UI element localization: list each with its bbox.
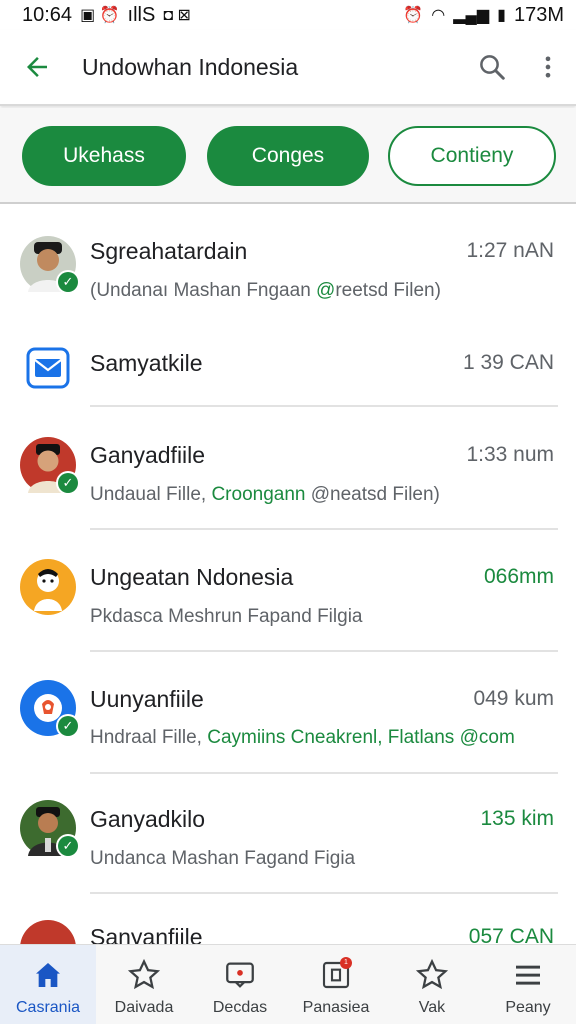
conversation-preview: Undaual Fille, Croongann @neatsd Filen) (90, 484, 440, 505)
battery-icon: ▮ (497, 7, 506, 24)
nav-label: Panasiea (302, 999, 370, 1016)
star-icon (415, 958, 449, 990)
conversation-name: Ganyadkilo (90, 806, 206, 832)
bottom-navigation: Casrania Daivada Decdas 1 Panasiea Vak P… (0, 944, 576, 1024)
conversation-time: 1:27 nAN (466, 239, 554, 262)
verified-icon: ✓ (56, 834, 80, 858)
clock: 10:64 (22, 3, 73, 26)
nav-item-peany[interactable]: Peany (480, 945, 576, 1024)
list-item[interactable]: Ungeatan Ndonesia 066mm Pkdasca Meshrun … (0, 530, 576, 652)
search-icon (480, 55, 505, 80)
avatar (20, 559, 76, 615)
nav-item-casrania[interactable]: Casrania (0, 945, 96, 1024)
conversation-name: Samyatkile (90, 350, 203, 376)
chip-contieny[interactable]: Contieny (388, 126, 556, 186)
divider (90, 892, 558, 894)
nav-item-panasiea[interactable]: 1 Panasiea (288, 945, 384, 1024)
signal-icon: ▂▄▆ (453, 7, 490, 24)
divider (90, 405, 558, 407)
back-button[interactable] (0, 29, 74, 105)
wifi-icon: ◠ (431, 7, 446, 24)
home-icon (36, 963, 60, 987)
verified-icon: ✓ (56, 270, 80, 294)
list-item[interactable]: Sanyanfiile 057 CAN (0, 896, 576, 944)
list-item[interactable]: ✓ Uunyanfiile 049 kum Hndraal Fille, Cay… (0, 652, 576, 774)
status-bar: 10:64 ▣ ⏰ ıllS ◘ ⊠ ⏰ ◠ ▂▄▆ ▮ 173M (0, 0, 576, 30)
conversation-time: 057 CAN (468, 925, 554, 944)
more-options-button[interactable] (520, 29, 576, 105)
conversation-name: Ungeatan Ndonesia (90, 564, 294, 590)
conversation-name: Ganyadfiile (90, 442, 206, 468)
conversation-preview: Undanca Mashan Fagand Figia (90, 848, 356, 869)
conversation-name: Sanyanfiile (90, 924, 203, 944)
mail-avatar (20, 340, 76, 396)
alarm-icon: ⏰ (403, 7, 424, 24)
conversation-preview: Pkdasca Meshrun Fapand Filgia (90, 606, 363, 627)
avatar: ✓ (20, 800, 80, 858)
status-text: ıllS (127, 3, 156, 26)
nav-label: Casrania (15, 999, 81, 1016)
battery-text: 173M (513, 3, 564, 26)
menu-icon (516, 965, 540, 985)
page-title: Undowhan Indonesia (82, 53, 299, 80)
conversation-name: Sgreahatardain (90, 238, 248, 264)
list-item[interactable]: ✓ Ganyadkilo 135 kim Undanca Mashan Faga… (0, 774, 576, 896)
avatar: ✓ (20, 437, 80, 495)
chat-icon (226, 962, 254, 988)
more-vert-icon (545, 56, 551, 78)
nav-label: Peany (505, 999, 551, 1016)
nav-label: Daivada (114, 999, 174, 1016)
search-button[interactable] (464, 29, 520, 105)
app-bar: Undowhan Indonesia (0, 30, 576, 106)
notification-icon: ▣ ⏰ (80, 7, 120, 24)
nav-item-daivada[interactable]: Daivada (96, 945, 192, 1024)
chip-conges[interactable]: Conges (207, 126, 369, 186)
conversation-time: 1 39 CAN (462, 351, 554, 374)
nav-item-vak[interactable]: Vak (384, 945, 480, 1024)
conversation-list: ✓ Sgreahatardain 1:27 nAN (Undanaı Masha… (0, 206, 576, 944)
avatar: ✓ (20, 236, 80, 294)
conversation-preview: Hndraal Fille, Caymiins Cneakrenl, Flatl… (90, 727, 515, 748)
conversation-name: Uunyanfiile (90, 686, 204, 712)
list-item[interactable]: Samyatkile 1 39 CAN (0, 326, 576, 408)
star-icon (127, 958, 161, 990)
conversation-time: 049 kum (473, 687, 554, 710)
nav-item-decdas[interactable]: Decdas (192, 945, 288, 1024)
nav-label: Decdas (212, 999, 268, 1016)
chip-ukehass[interactable]: Ukehass (22, 126, 186, 186)
list-item[interactable]: ✓ Sgreahatardain 1:27 nAN (Undanaı Masha… (0, 206, 576, 326)
avatar: ✓ (20, 680, 80, 738)
conversation-time: 135 kim (480, 807, 554, 830)
conversation-time: 066mm (483, 565, 554, 588)
nav-label: Vak (418, 999, 446, 1016)
verified-icon: ✓ (56, 471, 80, 495)
conversation-time: 1:33 num (466, 443, 554, 466)
verified-icon: ✓ (56, 714, 80, 738)
arrow-left-icon (27, 57, 47, 77)
notification-badge: 1 (340, 957, 352, 969)
avatar (20, 920, 76, 944)
list-item[interactable]: ✓ Ganyadfiile 1:33 num Undaual Fille, Cr… (0, 408, 576, 530)
conversation-preview: (Undanaı Mashan Fngaan @reetsd Filen) (90, 280, 441, 301)
app-notification-icon: ◘ ⊠ (163, 7, 191, 24)
filter-chips: Ukehass Conges Contieny (0, 108, 576, 204)
